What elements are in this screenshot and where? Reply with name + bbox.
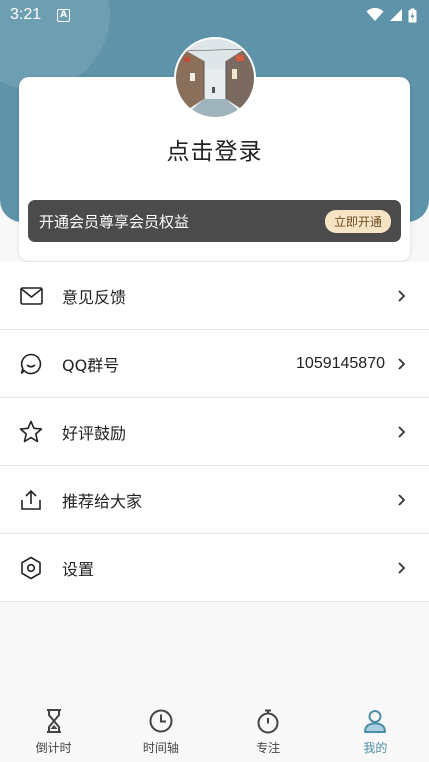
status-icons (366, 8, 417, 23)
chevron-right-icon (397, 288, 409, 304)
menu-item-qq-group[interactable]: QQ群号 1059145870 (0, 330, 429, 398)
chat-icon (19, 352, 43, 376)
tab-mine[interactable]: 我的 (322, 700, 429, 762)
vip-open-button[interactable]: 立即开通 (324, 209, 391, 233)
tab-focus[interactable]: 专注 (215, 700, 322, 762)
bottom-tab-bar: 倒计时 时间轴 专注 我的 (0, 700, 429, 762)
chevron-right-icon (397, 356, 409, 372)
stopwatch-icon (257, 709, 279, 734)
signal-icon (390, 9, 402, 21)
notification-icon: A (57, 8, 71, 22)
tab-timeline[interactable]: 时间轴 (107, 700, 214, 762)
menu-item-label: 设置 (62, 559, 95, 579)
tab-label: 我的 (363, 741, 388, 755)
avatar[interactable] (174, 37, 256, 119)
share-icon (19, 488, 43, 512)
login-prompt[interactable]: 点击登录 (19, 132, 410, 166)
settings-menu: 意见反馈 QQ群号 1059145870 好评鼓励 推荐给大家 设置 (0, 262, 429, 602)
hourglass-icon (46, 709, 61, 733)
menu-item-label: 推荐给大家 (62, 491, 143, 511)
person-icon (364, 710, 387, 733)
menu-item-label: 好评鼓励 (62, 423, 127, 443)
mail-icon (19, 284, 43, 308)
battery-icon (408, 8, 417, 22)
menu-item-recommend[interactable]: 推荐给大家 (0, 466, 429, 534)
chevron-right-icon (397, 492, 409, 508)
menu-item-label: QQ群号 (62, 355, 120, 375)
menu-item-settings[interactable]: 设置 (0, 534, 429, 602)
menu-item-feedback[interactable]: 意见反馈 (0, 262, 429, 330)
qq-group-number: 1059145870 (296, 354, 385, 372)
vip-banner[interactable]: 开通会员尊享会员权益 立即开通 (28, 200, 401, 242)
chevron-right-icon (397, 424, 409, 440)
tab-label: 专注 (256, 741, 281, 755)
tab-label: 倒计时 (35, 741, 72, 755)
wifi-icon (366, 8, 384, 21)
vip-banner-text: 开通会员尊享会员权益 (39, 212, 190, 231)
tab-countdown[interactable]: 倒计时 (0, 700, 107, 762)
tab-label: 时间轴 (142, 741, 179, 755)
star-icon (19, 420, 43, 444)
menu-item-label: 意见反馈 (62, 287, 127, 307)
status-time: 3:21 (10, 6, 42, 23)
chevron-right-icon (397, 560, 409, 576)
status-bar: 3:21 A (0, 0, 429, 30)
clock-icon (149, 709, 173, 733)
street-photo-avatar-image (176, 39, 254, 117)
settings-icon (19, 556, 43, 580)
menu-item-rate[interactable]: 好评鼓励 (0, 398, 429, 466)
